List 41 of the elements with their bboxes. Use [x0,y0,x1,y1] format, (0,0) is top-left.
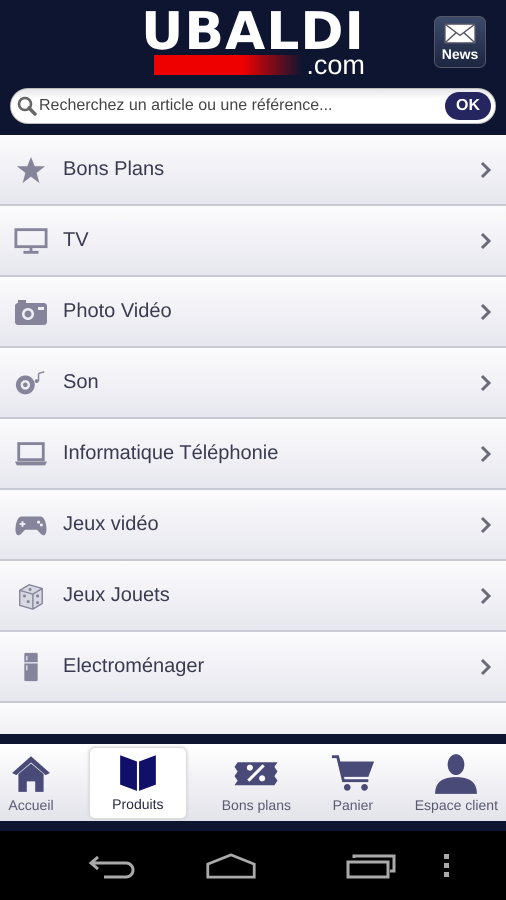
category-label: Son [63,371,100,394]
nav-tab[interactable]: Espace client [410,746,502,818]
search-field[interactable]: Recherchez un article ou une référence... OK [10,88,496,124]
category-item[interactable]: Jeux vidéo [0,490,506,561]
category-label: Bons Plans [63,158,166,181]
category-label: TV [63,229,90,252]
ok-button[interactable]: OK [445,92,491,120]
category-item[interactable]: Son [0,348,506,419]
category-label: Jeux Jouets [63,584,171,607]
chevron-right-icon [480,586,492,604]
nav-tab[interactable]: Bons plans [218,746,295,818]
chevron-right-icon [480,302,492,320]
person-icon [433,752,480,794]
envelope-icon [444,22,476,44]
logo-text: UBALDI [141,10,365,54]
category-label: Jeux vidéo [63,513,160,536]
category-item[interactable]: Bons Plans [0,135,506,206]
chevron-right-icon [480,232,492,250]
category-item[interactable]: Photo Vidéo [0,277,506,348]
search-icon [17,96,37,116]
chevron-right-icon [480,516,492,534]
nav-tab[interactable]: Produits [88,746,187,818]
category-label: Electroménager [63,655,206,678]
category-label: Photo Vidéo [63,300,173,323]
category-item[interactable]: Informatique Téléphonie [0,419,506,490]
nav-tab[interactable]: Panier [326,746,380,818]
recent-apps-icon [346,852,396,878]
chevron-right-icon [480,160,492,178]
category-item[interactable]: Electroménager [0,632,506,703]
monitor-icon [14,226,48,256]
chevron-right-icon [480,658,492,676]
category-label: Informatique Téléphonie [63,442,280,465]
nav-tab[interactable]: Accueil [4,746,58,818]
overflow-menu-icon [444,852,450,878]
news-button[interactable]: News [434,16,486,68]
chevron-right-icon [480,374,492,392]
chevron-right-icon [480,444,492,462]
logo-suffix: .com [306,52,365,78]
home-icon [204,852,258,878]
category-item[interactable]: Jeux Jouets [0,561,506,632]
category-item[interactable]: TV [0,206,506,277]
